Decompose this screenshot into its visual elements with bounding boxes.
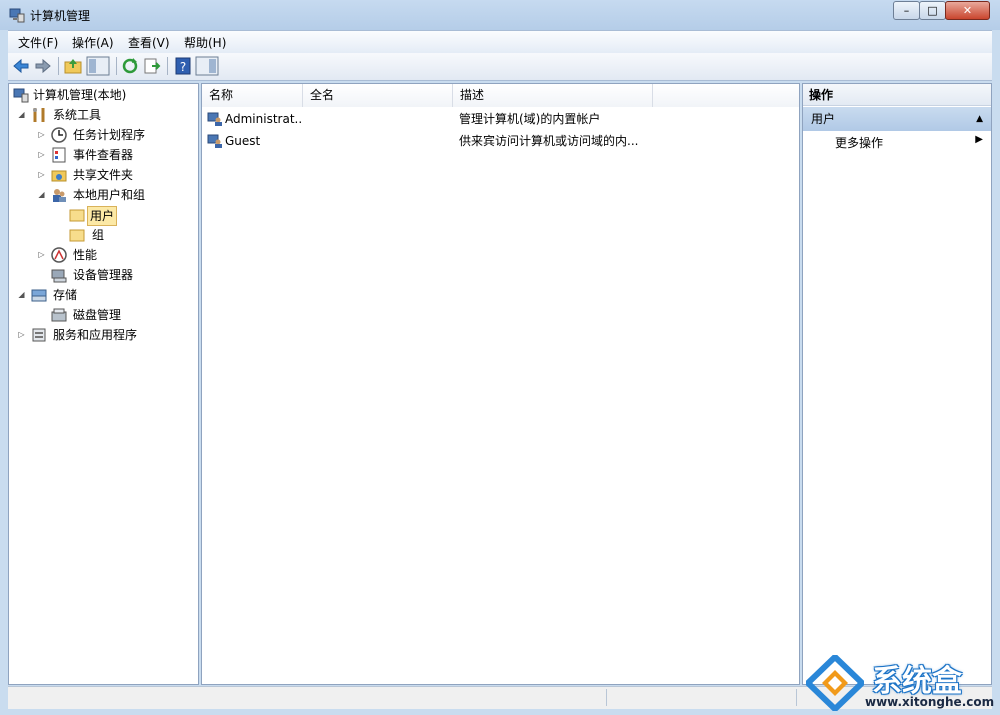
expand-twisty[interactable]: ▷ bbox=[17, 325, 26, 345]
close-button[interactable]: ✕ bbox=[945, 1, 990, 20]
folder-icon bbox=[69, 229, 85, 242]
menu-view[interactable]: 查看(V) bbox=[128, 34, 170, 51]
shared-folder-icon bbox=[51, 170, 67, 182]
expand-twisty[interactable]: ◢ bbox=[37, 185, 46, 205]
toolbar-separator bbox=[58, 57, 59, 75]
tree-label-selected: 用户 bbox=[87, 206, 118, 226]
user-list: 名称 全名 描述 Administrat... 管理计算机(域)的内置帐户 Gu… bbox=[201, 83, 800, 685]
watermark-logo-icon bbox=[806, 655, 864, 711]
status-divider bbox=[796, 689, 797, 706]
export-list-icon[interactable] bbox=[142, 56, 162, 76]
up-folder-icon[interactable] bbox=[63, 56, 83, 76]
tree-label: 性能 bbox=[73, 248, 98, 262]
window-title: 计算机管理 bbox=[30, 9, 91, 23]
tree-label: 事件查看器 bbox=[73, 148, 134, 162]
user-name: Guest bbox=[225, 134, 261, 148]
column-header-filler bbox=[653, 84, 799, 107]
clock-icon bbox=[51, 127, 67, 143]
toolbar-separator bbox=[167, 57, 168, 75]
tree-label: 组 bbox=[92, 228, 105, 242]
event-viewer-icon bbox=[52, 147, 66, 163]
disk-icon bbox=[51, 308, 67, 322]
more-actions-item[interactable]: 更多操作 ▶ bbox=[803, 132, 991, 152]
action-section-label: 用户 bbox=[811, 112, 836, 126]
list-row-administrator[interactable]: Administrat... 管理计算机(域)的内置帐户 bbox=[202, 108, 799, 130]
expand-twisty[interactable]: ◢ bbox=[17, 105, 26, 125]
menu-help[interactable]: 帮助(H) bbox=[184, 34, 226, 51]
back-arrow-icon[interactable] bbox=[11, 56, 31, 76]
performance-icon bbox=[51, 247, 67, 263]
more-actions-label: 更多操作 bbox=[835, 136, 884, 150]
user-icon bbox=[207, 134, 222, 148]
toolbar: ? bbox=[8, 53, 992, 81]
tree-label: 设备管理器 bbox=[73, 268, 134, 282]
column-header-fullname[interactable]: 全名 bbox=[303, 84, 453, 107]
folder-icon bbox=[69, 209, 85, 222]
show-hide-action-pane-icon[interactable] bbox=[195, 56, 219, 76]
tree-label: 系统工具 bbox=[53, 108, 102, 122]
svg-text:?: ? bbox=[180, 60, 186, 74]
expand-twisty[interactable]: ▷ bbox=[37, 145, 46, 165]
column-header-description[interactable]: 描述 bbox=[453, 84, 653, 107]
expand-twisty[interactable]: ▷ bbox=[37, 125, 46, 145]
toolbar-separator bbox=[116, 57, 117, 75]
menu-bar: 文件(F) 操作(A) 查看(V) 帮助(H) bbox=[8, 30, 992, 53]
title-bar: 计算机管理 – □ ✕ bbox=[0, 0, 1000, 30]
tree-label: 磁盘管理 bbox=[73, 308, 122, 322]
list-row-guest[interactable]: Guest 供来宾访问计算机或访问域的内... bbox=[202, 130, 799, 152]
tree-label: 服务和应用程序 bbox=[53, 328, 138, 342]
show-hide-tree-icon[interactable] bbox=[86, 56, 110, 76]
user-name: Administrat... bbox=[225, 112, 301, 126]
action-section-users[interactable]: 用户 ▲ bbox=[803, 107, 991, 131]
computer-management-icon bbox=[9, 8, 25, 23]
refresh-icon[interactable] bbox=[120, 56, 140, 76]
tree-label: 计算机管理(本地) bbox=[33, 88, 127, 102]
action-pane: 操作 用户 ▲ 更多操作 ▶ bbox=[802, 83, 992, 685]
status-divider bbox=[606, 689, 607, 706]
watermark-url: www.xitonghe.com bbox=[865, 695, 995, 709]
expand-twisty[interactable]: ◢ bbox=[17, 285, 26, 305]
submenu-arrow-icon: ▶ bbox=[975, 134, 983, 145]
tree-label: 任务计划程序 bbox=[73, 128, 146, 142]
expand-twisty[interactable]: ▷ bbox=[37, 245, 46, 265]
console-tree: 计算机管理(本地) ◢ 系统工具 ▷ 任务计划程序 ▷ 事件查看器 ▷ 共享文件… bbox=[8, 83, 199, 685]
system-tools-icon bbox=[33, 108, 45, 122]
storage-icon bbox=[31, 289, 47, 302]
maximize-button[interactable]: □ bbox=[919, 1, 946, 20]
forward-arrow-icon[interactable] bbox=[33, 56, 53, 76]
tree-label: 本地用户和组 bbox=[73, 188, 146, 202]
action-pane-title: 操作 bbox=[803, 84, 991, 106]
user-icon bbox=[207, 112, 222, 126]
tree-label: 存储 bbox=[53, 288, 78, 302]
minimize-button[interactable]: – bbox=[893, 1, 920, 20]
user-description: 供来宾访问计算机或访问域的内... bbox=[459, 134, 639, 148]
menu-file[interactable]: 文件(F) bbox=[18, 34, 58, 51]
menu-action[interactable]: 操作(A) bbox=[72, 34, 114, 51]
computer-management-icon bbox=[13, 88, 29, 103]
help-icon[interactable]: ? bbox=[173, 56, 193, 76]
watermark-name: 系统盒 bbox=[872, 664, 962, 699]
column-header-name[interactable]: 名称 bbox=[202, 84, 303, 107]
services-icon bbox=[32, 328, 46, 342]
device-manager-icon bbox=[51, 269, 67, 283]
expand-twisty[interactable]: ▷ bbox=[37, 165, 46, 185]
user-description: 管理计算机(域)的内置帐户 bbox=[459, 112, 601, 126]
collapse-up-icon[interactable]: ▲ bbox=[976, 107, 983, 131]
tree-label: 共享文件夹 bbox=[73, 168, 134, 182]
users-group-icon bbox=[53, 189, 66, 202]
